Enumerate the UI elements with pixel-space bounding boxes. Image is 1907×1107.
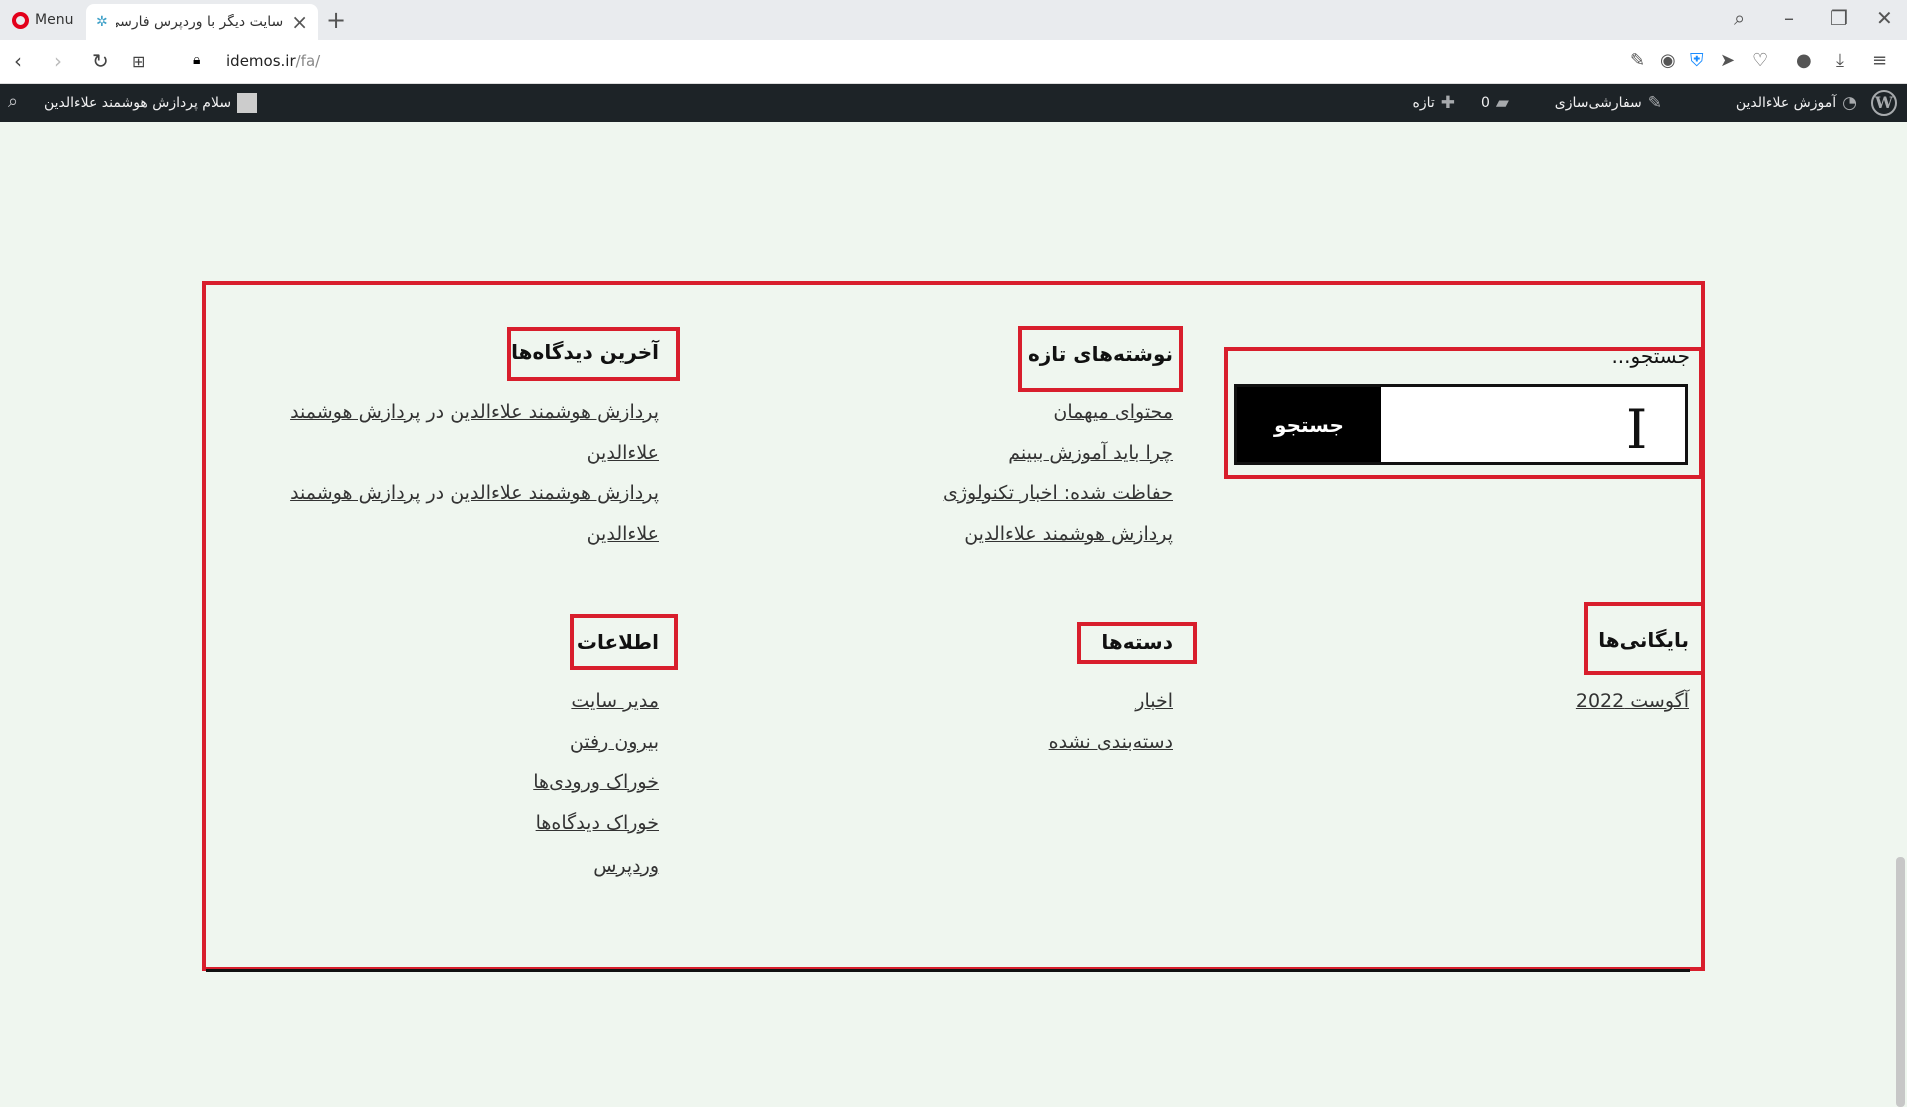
avatar (237, 93, 258, 113)
restore-icon[interactable]: ❐ (1830, 6, 1848, 30)
admin-bar-my-account[interactable]: سلام پردازش هوشمند علاءالدین (44, 93, 258, 113)
comment-author-link[interactable]: پردازش هوشمند علاءالدین (450, 401, 659, 423)
comment-author-link[interactable]: پردازش هوشمند علاءالدین (450, 482, 659, 504)
customize-label: سفارشی‌سازی (1554, 95, 1642, 111)
admin-bar-new[interactable]: ✚ تازه (1412, 93, 1455, 113)
snapshot-icon[interactable]: ◉ (1660, 50, 1676, 71)
meta-link[interactable]: خوراک دیدگاه‌ها (536, 812, 659, 834)
url-field[interactable]: idemos.ir/fa/ (226, 52, 320, 70)
admin-search-icon[interactable]: ⌕ (8, 91, 18, 112)
greeting-label: سلام پردازش هوشمند علاءالدین (44, 95, 232, 111)
recent-comment-line: پردازش هوشمند علاءالدین در پردازش هوشمند (290, 401, 659, 423)
close-window-icon[interactable]: ✕ (1876, 6, 1893, 30)
reload-icon[interactable]: ↻ (92, 49, 109, 73)
speed-dial-icon[interactable]: ⊞ (132, 52, 145, 71)
meta-link[interactable]: وردپرس (593, 855, 659, 877)
meta-link[interactable]: خوراک ورودی‌ها (533, 771, 659, 793)
back-icon[interactable]: ‹ (14, 49, 22, 73)
edit-page-icon[interactable]: ✎ (1630, 50, 1645, 71)
address-bar: ‹ › ↻ ⊞ 🔒︎ idemos.ir/fa/ ✎ ◉ ⛨ ➤ ♡ ● ⤓ ≡ (0, 40, 1907, 84)
footer-divider (206, 969, 1690, 972)
comment-post-link[interactable]: پردازش هوشمند (290, 482, 420, 504)
search-button[interactable]: جستجو (1237, 387, 1381, 462)
comment-bubble-icon: ▰ (1495, 93, 1509, 113)
forward-icon[interactable]: › (54, 49, 62, 73)
search-form: جستجو (1234, 384, 1688, 465)
tab-title: سایت دیگر با وردپرس فارسی (115, 14, 284, 30)
wordpress-logo-icon[interactable]: W (1871, 90, 1897, 116)
opera-menu-button[interactable]: Menu (4, 6, 81, 34)
send-icon[interactable]: ➤ (1720, 50, 1735, 71)
dashboard-icon: ◔ (1842, 93, 1857, 113)
brush-icon: ✎ (1647, 93, 1662, 113)
url-path: /fa/ (295, 52, 321, 70)
comment-post-link[interactable]: پردازش هوشمند (290, 401, 420, 423)
scrollbar[interactable] (1895, 122, 1907, 1107)
recent-post-link[interactable]: پردازش هوشمند علاءالدین (964, 523, 1173, 545)
comment-sep: در (426, 401, 445, 423)
recent-post-link[interactable]: چرا باید آموزش ببینم (1008, 442, 1173, 464)
site-favicon-icon: ✲ (96, 14, 108, 30)
category-link[interactable]: دسته‌بندی نشده (1049, 731, 1173, 753)
wp-admin-bar: W ◔ آموزش علاءالدین ✎ سفارشی‌سازی ▰ 0 ✚ … (0, 84, 1907, 122)
scrollbar-thumb[interactable] (1896, 857, 1905, 1107)
browser-tab-active[interactable]: ✲ سایت دیگر با وردپرس فارسی × (86, 4, 318, 40)
archive-link[interactable]: آگوست 2022 (1576, 690, 1689, 712)
meta-link[interactable]: بیرون رفتن (570, 731, 659, 753)
comments-count: 0 (1481, 95, 1490, 111)
download-icon[interactable]: ⤓ (1836, 50, 1844, 71)
lock-icon: 🔒︎ (193, 52, 201, 68)
close-tab-icon[interactable]: × (291, 10, 308, 34)
admin-bar-customize[interactable]: ✎ سفارشی‌سازی (1555, 93, 1662, 113)
recent-post-link[interactable]: محتوای میهمان (1053, 401, 1173, 423)
comment-post-link[interactable]: علاءالدین (587, 442, 659, 464)
url-host: idemos.ir (226, 52, 296, 70)
comment-post-link[interactable]: علاءالدین (587, 523, 659, 545)
adblock-shield-icon[interactable]: ⛨ (1690, 50, 1704, 71)
menu-label: Menu (35, 12, 74, 28)
recent-post-link[interactable]: حفاظت شده: اخبار تکنولوژی (943, 482, 1173, 504)
new-tab-icon[interactable]: + (326, 6, 346, 34)
minimize-icon[interactable]: – (1784, 6, 1794, 30)
site-name-label: آموزش علاءالدین (1735, 95, 1837, 111)
archives-title: بایگانی‌ها (1598, 628, 1689, 652)
category-link[interactable]: اخبار (1135, 690, 1173, 712)
admin-bar-comments[interactable]: ▰ 0 (1481, 93, 1509, 113)
easy-setup-icon[interactable]: ≡ (1872, 50, 1887, 71)
text-cursor-icon: I (1626, 398, 1648, 461)
recent-comments-title: آخرین دیدگاه‌ها (511, 340, 659, 364)
plus-icon: ✚ (1440, 93, 1455, 113)
recent-posts-title: نوشته‌های تازه (1027, 342, 1173, 366)
admin-bar-site-name[interactable]: ◔ آموزش علاءالدین (1736, 93, 1857, 113)
new-label: تازه (1412, 95, 1435, 111)
bookmark-heart-icon[interactable]: ♡ (1752, 50, 1768, 71)
account-icon[interactable]: ● (1796, 50, 1812, 71)
browser-tab-bar: Menu ✲ سایت دیگر با وردپرس فارسی × + ⌕ –… (0, 0, 1907, 40)
categories-title: دسته‌ها (1101, 630, 1173, 654)
search-tabs-icon[interactable]: ⌕ (1734, 6, 1745, 30)
meta-title: اطلاعات (576, 630, 659, 654)
opera-logo-icon (12, 11, 29, 29)
meta-link[interactable]: مدیر سایت (571, 690, 659, 712)
recent-comment-line: پردازش هوشمند علاءالدین در پردازش هوشمند (290, 482, 659, 504)
comment-sep: در (426, 482, 445, 504)
search-widget-label: جستجو... (1611, 344, 1690, 368)
